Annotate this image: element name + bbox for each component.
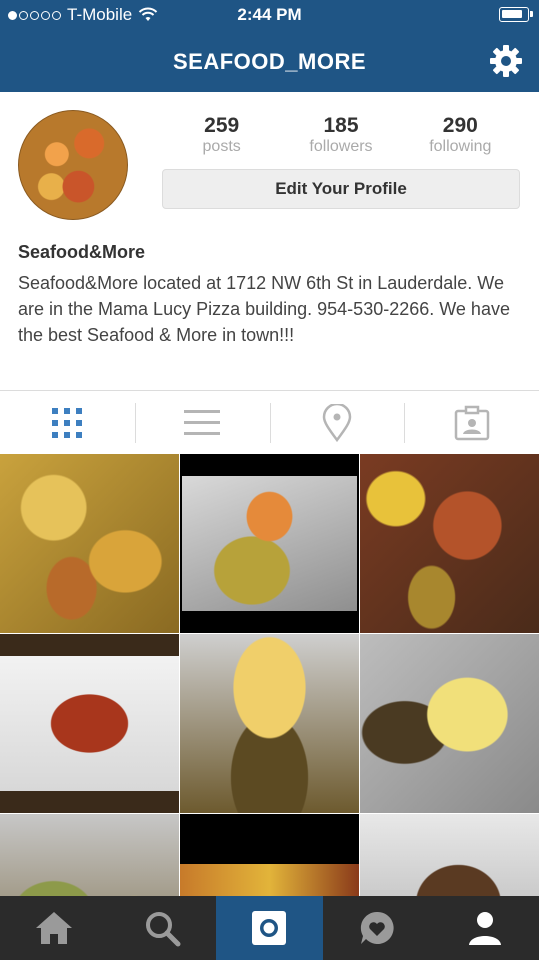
location-pin-icon [322,403,352,442]
grid-icon [52,407,83,438]
bottom-tab-bar [0,896,539,960]
photo-thumbnail[interactable] [360,454,539,633]
tab-home[interactable] [0,896,108,960]
posts-count: 259 [204,114,240,137]
edit-profile-button[interactable]: Edit Your Profile [162,169,520,209]
tab-grid[interactable] [0,391,135,454]
search-icon [145,912,181,947]
tagged-photos-icon [454,405,489,440]
photo-thumbnail[interactable] [0,454,179,633]
activity-icon [361,911,394,944]
following-stat[interactable]: 290 following [401,114,520,156]
tab-camera[interactable] [215,896,324,960]
posts-label: posts [202,138,241,155]
following-count: 290 [442,114,478,137]
followers-count: 185 [323,114,359,137]
photo-thumbnail[interactable] [0,814,179,896]
tab-search[interactable] [108,896,216,960]
status-bar: T-Mobile 2:44 PM [0,0,539,30]
photo-thumbnail[interactable] [360,634,539,813]
photo-thumbnail[interactable] [180,454,359,633]
camera-icon [252,911,287,945]
tab-list[interactable] [134,391,270,454]
profile-stats: 259 posts 185 followers 290 following [162,114,520,156]
photo-thumbnail[interactable] [180,814,359,896]
photo-thumbnail[interactable] [360,814,539,896]
home-icon [35,912,72,944]
posts-stat[interactable]: 259 posts [162,114,281,156]
battery-icon [499,7,533,22]
avatar[interactable] [18,110,128,220]
profile-name: Seafood&More [18,242,146,262]
tab-activity[interactable] [323,896,431,960]
photo-thumbnail[interactable] [180,634,359,813]
profile-bio: Seafood&More located at 1712 NW 6th St i… [18,273,510,345]
status-time: 2:44 PM [237,5,302,24]
photo-grid [0,454,539,896]
list-icon [184,409,221,435]
profile-view-tabs [0,391,539,454]
photo-thumbnail[interactable] [0,634,179,813]
followers-stat[interactable]: 185 followers [281,114,400,156]
page-title: SEAFOOD_MORE [172,49,367,74]
nav-bar: SEAFOOD_MORE [0,30,539,92]
gear-icon[interactable] [489,44,523,78]
tab-location[interactable] [269,391,405,454]
tab-profile[interactable] [431,896,539,960]
followers-label: followers [309,138,373,155]
profile-icon [469,912,502,945]
following-label: following [429,138,492,155]
tab-tagged[interactable] [404,391,539,454]
